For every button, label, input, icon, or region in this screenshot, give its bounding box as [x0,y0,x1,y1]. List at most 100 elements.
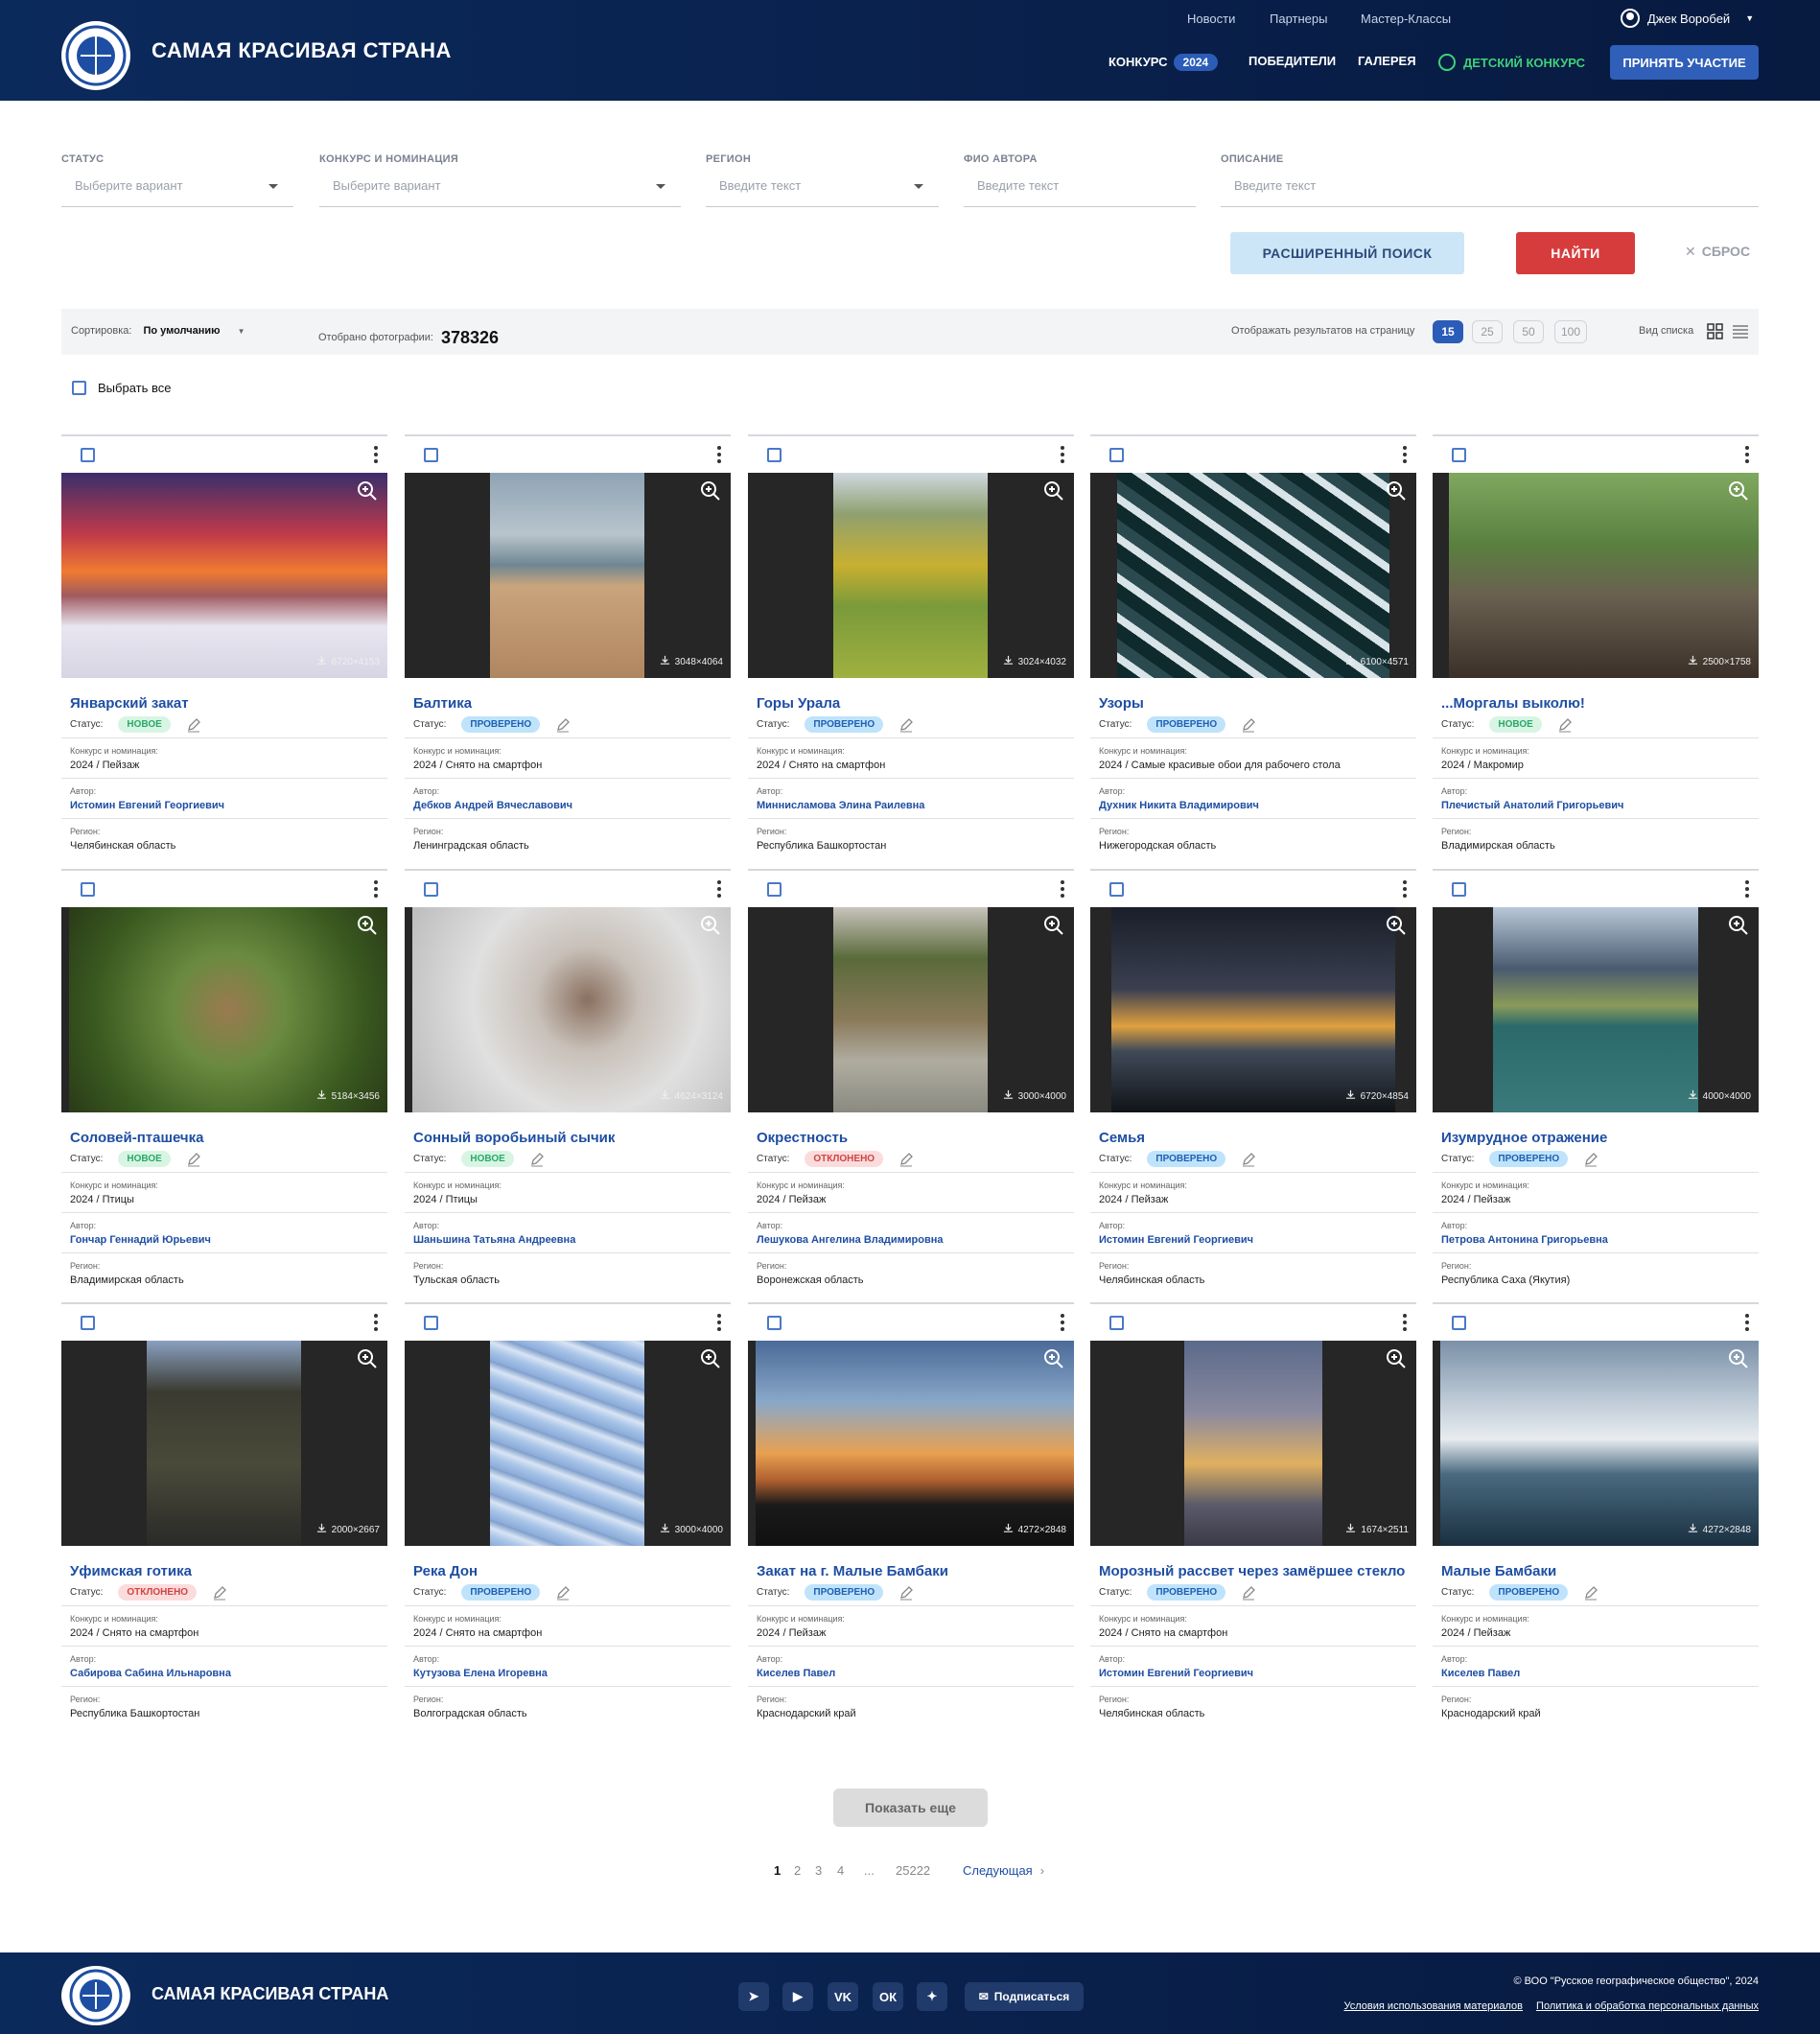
privacy-link[interactable]: Политика и обработка персональных данных [1536,2000,1759,2012]
photo-title[interactable]: Изумрудное отражение [1433,1130,1759,1146]
resolution-label[interactable]: 3048×4064 [660,655,723,668]
photo-card[interactable]: 3000×4000 Окрестность Статус: ОТКЛОНЕНО Конк… [748,869,1074,1293]
per-page-25[interactable]: 25 [1472,320,1503,343]
photo-title[interactable]: Балтика [405,695,731,712]
photo-title[interactable]: Горы Урала [748,695,1074,712]
resolution-label[interactable]: 6100×4571 [1345,655,1409,668]
edit-pencil-icon[interactable] [1583,1152,1598,1167]
photo-title[interactable]: Узоры [1090,695,1416,712]
resolution-label[interactable]: 3024×4032 [1003,655,1066,668]
author-link[interactable]: Кутузова Елена Игоревна [413,1668,731,1679]
photo-title[interactable]: Закат на г. Малые Бамбаки [748,1563,1074,1579]
photo-thumbnail[interactable]: 3048×4064 [405,473,731,678]
page-1[interactable]: 1 [774,1863,781,1878]
edit-pencil-icon[interactable] [186,717,201,733]
zoom-in-icon[interactable] [700,915,721,936]
zoom-in-icon[interactable] [1043,915,1064,936]
photo-thumbnail[interactable]: 6100×4571 [1090,473,1416,678]
page-3[interactable]: 3 [815,1863,822,1878]
zoom-in-icon[interactable] [1386,1348,1407,1369]
photo-title[interactable]: Уфимская готика [61,1563,387,1579]
top-link-news[interactable]: Новости [1187,12,1235,26]
resolution-label[interactable]: 1674×2511 [1345,1523,1409,1536]
photo-card[interactable]: 3024×4032 Горы Урала Статус: ПРОВЕРЕНО Конку… [748,434,1074,858]
author-link[interactable]: Истомин Евгений Георгиевич [1099,1668,1416,1679]
participate-button[interactable]: ПРИНЯТЬ УЧАСТИЕ [1610,45,1759,80]
author-link[interactable]: Духник Никита Владимирович [1099,800,1416,811]
more-options-icon[interactable] [1061,1314,1064,1331]
card-checkbox[interactable] [767,882,782,897]
resolution-label[interactable]: 2000×2667 [316,1523,380,1536]
photo-card[interactable]: 4000×4000 Изумрудное отражение Статус: ПРОВ… [1433,869,1759,1293]
zoom-in-icon[interactable] [357,1348,378,1369]
card-checkbox[interactable] [81,882,95,897]
more-options-icon[interactable] [1403,1314,1407,1331]
photo-title[interactable]: Морозный рассвет через замёршее стекло [1090,1563,1416,1579]
zoom-in-icon[interactable] [700,1348,721,1369]
nav-gallery[interactable]: ГАЛЕРЕЯ [1358,54,1416,68]
sort-control[interactable]: Сортировка: По умолчанию ▼ [71,325,245,337]
logo-globe-icon[interactable] [61,21,130,90]
more-options-icon[interactable] [1061,446,1064,463]
photo-card[interactable]: 5184×3456 Соловей-пташечка Статус: НОВОЕ Кон… [61,869,387,1293]
vk-icon[interactable]: VK [828,1982,858,2011]
footer-brand[interactable]: САМАЯ КРАСИВАЯ СТРАНА [152,1984,388,2004]
author-link[interactable]: Сабирова Сабина Ильнаровна [70,1668,387,1679]
photo-thumbnail[interactable]: 3000×4000 [405,1341,731,1546]
per-page-100[interactable]: 100 [1554,320,1587,343]
odnoklassniki-icon[interactable]: ОК [873,1982,903,2011]
next-page-link[interactable]: Следующая › [963,1863,1044,1878]
resolution-label[interactable]: 3000×4000 [660,1523,723,1536]
select-all-checkbox[interactable] [72,381,86,395]
photo-title[interactable]: Семья [1090,1130,1416,1146]
photo-thumbnail[interactable]: 4624×3124 [405,907,731,1112]
zoom-in-icon[interactable] [1043,1348,1064,1369]
photo-card[interactable]: 2500×1758 ...Моргалы выколю! Статус: НОВОЕ К… [1433,434,1759,858]
card-checkbox[interactable] [424,1316,438,1330]
author-link[interactable]: Лешукова Ангелина Владимировна [757,1234,1074,1246]
nav-contest[interactable]: КОНКУРС 2024 [1108,54,1219,71]
zoom-in-icon[interactable] [1043,480,1064,502]
zoom-in-icon[interactable] [357,915,378,936]
edit-pencil-icon[interactable] [898,717,914,733]
find-button[interactable]: НАЙТИ [1516,232,1635,274]
card-checkbox[interactable] [1109,448,1124,462]
description-input[interactable]: Введите текст [1221,178,1759,207]
edit-pencil-icon[interactable] [898,1152,914,1167]
author-link[interactable]: Миннисламова Элина Раилевна [757,800,1074,811]
author-input[interactable]: Введите текст [964,178,1196,207]
resolution-label[interactable]: 4272×2848 [1688,1523,1751,1536]
more-options-icon[interactable] [1403,880,1407,898]
photo-card[interactable]: 2000×2667 Уфимская готика Статус: ОТКЛОНЕНО… [61,1302,387,1726]
photo-thumbnail[interactable]: 3000×4000 [748,907,1074,1112]
more-options-icon[interactable] [1061,880,1064,898]
resolution-label[interactable]: 3000×4000 [1003,1089,1066,1103]
author-link[interactable]: Петрова Антонина Григорьевна [1441,1234,1759,1246]
edit-pencil-icon[interactable] [1241,717,1256,733]
photo-thumbnail[interactable]: 5184×3456 [61,907,387,1112]
user-menu[interactable]: Джек Воробей ▼ [1621,9,1754,28]
photo-thumbnail[interactable]: 6720×4854 [1090,907,1416,1112]
card-checkbox[interactable] [1452,882,1466,897]
photo-thumbnail[interactable]: 2500×1758 [1433,473,1759,678]
edit-pencil-icon[interactable] [1583,1585,1598,1601]
edit-pencil-icon[interactable] [555,1585,571,1601]
edit-pencil-icon[interactable] [898,1585,914,1601]
more-options-icon[interactable] [1403,446,1407,463]
photo-thumbnail[interactable]: 4272×2848 [1433,1341,1759,1546]
photo-card[interactable]: 4272×2848 Закат на г. Малые Бамбаки Статус… [748,1302,1074,1726]
region-input[interactable]: Введите текст [706,178,939,207]
more-options-icon[interactable] [374,880,378,898]
edit-pencil-icon[interactable] [212,1585,227,1601]
zoom-in-icon[interactable] [1728,480,1749,502]
telegram-icon[interactable]: ➤ [738,1982,769,2011]
more-options-icon[interactable] [1745,880,1749,898]
zoom-in-icon[interactable] [1386,480,1407,502]
photo-card[interactable]: 1674×2511 Морозный рассвет через замёршее… [1090,1302,1416,1726]
card-checkbox[interactable] [81,1316,95,1330]
youtube-icon[interactable]: ▶ [782,1982,813,2011]
zoom-in-icon[interactable] [1728,1348,1749,1369]
photo-card[interactable]: 4624×3124 Сонный воробьиный сычик Статус: Н… [405,869,731,1293]
terms-link[interactable]: Условия использования материалов [1344,2000,1524,2012]
site-brand[interactable]: САМАЯ КРАСИВАЯ СТРАНА [152,38,452,63]
